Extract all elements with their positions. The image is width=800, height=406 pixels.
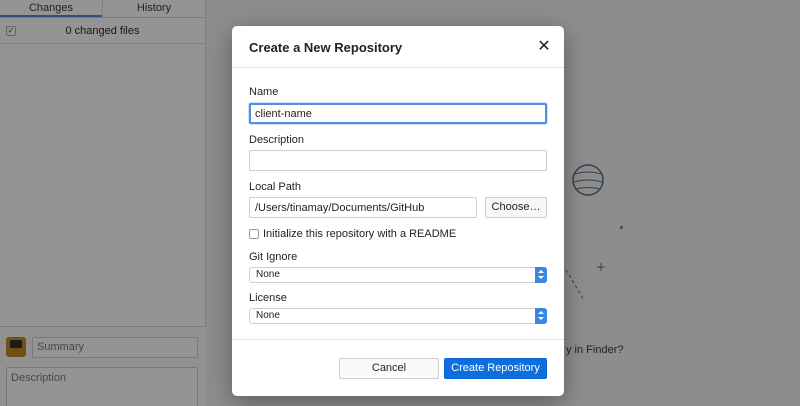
select-arrows-icon	[535, 267, 547, 283]
git-ignore-select[interactable]: None	[249, 267, 547, 283]
license-value: None	[256, 310, 280, 321]
dialog-footer: Cancel Create Repository	[232, 339, 564, 396]
description-label: Description	[249, 134, 305, 146]
readme-checkbox-label: Initialize this repository with a README	[263, 228, 457, 240]
select-arrows-icon	[535, 308, 547, 324]
create-repository-button[interactable]: Create Repository	[444, 358, 547, 379]
create-repository-dialog: Create a New Repository ✕ Name Descripti…	[232, 26, 564, 396]
git-ignore-label: Git Ignore	[249, 251, 298, 263]
choose-button[interactable]: Choose…	[485, 197, 547, 218]
git-ignore-value: None	[256, 269, 280, 280]
dialog-title: Create a New Repository	[249, 40, 403, 55]
license-label: License	[249, 292, 287, 304]
close-icon[interactable]: ✕	[534, 37, 554, 57]
description-input[interactable]	[249, 150, 547, 171]
local-path-label: Local Path	[249, 181, 301, 193]
license-select[interactable]: None	[249, 308, 547, 324]
dialog-header: Create a New Repository ✕	[232, 26, 564, 68]
name-input[interactable]	[249, 103, 547, 124]
readme-checkbox[interactable]	[249, 229, 259, 239]
cancel-button[interactable]: Cancel	[339, 358, 439, 379]
local-path-input[interactable]	[249, 197, 477, 218]
name-label: Name	[249, 86, 279, 98]
